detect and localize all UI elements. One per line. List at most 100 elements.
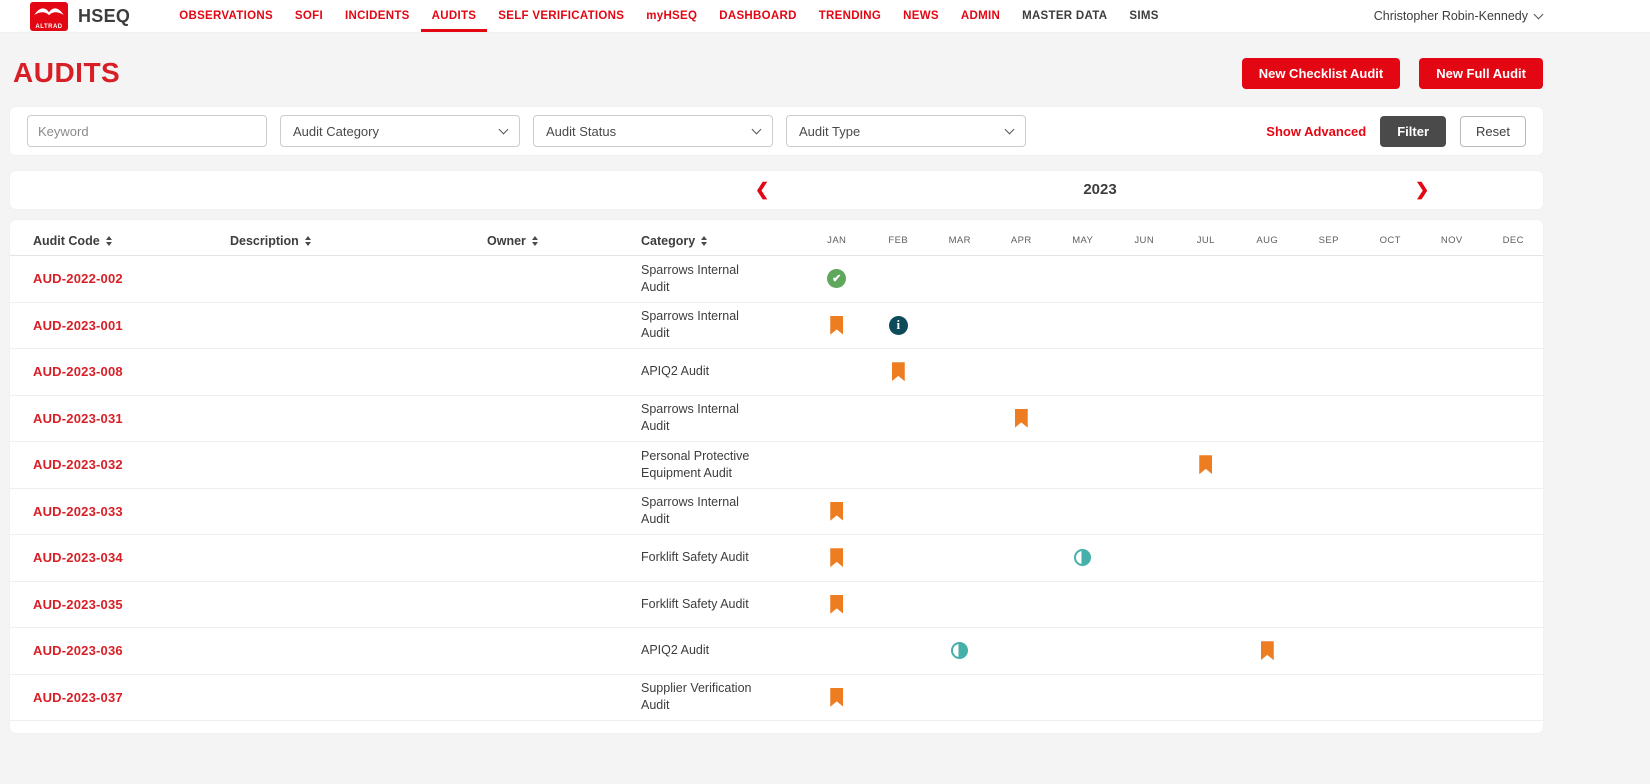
month-header-jun: JUN [1134, 235, 1155, 246]
bookmark-icon[interactable] [830, 594, 844, 614]
nav-item-audits[interactable]: AUDITS [420, 0, 488, 32]
category-cell: Supplier Verification Audit [641, 681, 752, 713]
audit-code-link[interactable]: AUD-2023-001 [33, 318, 230, 333]
show-advanced-link[interactable]: Show Advanced [1266, 124, 1366, 139]
month-header-jan: JAN [827, 235, 847, 246]
nav-item-admin[interactable]: ADMIN [950, 0, 1011, 32]
audit-type-select-label: Audit Type [799, 123, 861, 139]
nav-item-trending[interactable]: TRENDING [808, 0, 892, 32]
bookmark-icon[interactable] [1014, 408, 1028, 428]
keyword-input[interactable] [27, 115, 267, 147]
nav-item-master-data[interactable]: MASTER DATA [1011, 0, 1118, 32]
table-row: AUD-2023-032 Personal Protective Equipmen… [10, 442, 1543, 489]
bookmark-icon[interactable] [830, 548, 844, 568]
month-cell-may [1052, 549, 1114, 567]
table-row: AUD-2023-031 Sparrows Internal Audit [10, 396, 1543, 442]
new-checklist-audit-button[interactable]: New Checklist Audit [1241, 57, 1401, 89]
month-header-dec: DEC [1502, 235, 1524, 246]
year-label: 2023 [1083, 181, 1117, 198]
filter-button[interactable]: Filter [1380, 115, 1447, 147]
table-row: AUD-2023-037 Supplier Verification Audit [10, 675, 1543, 721]
category-cell: Forklift Safety Audit [641, 596, 749, 611]
top-navigation-bar: ALTRAD HSEQ OBSERVATIONS SOFI INCIDENTS AUD… [0, 0, 1650, 33]
nav-item-news[interactable]: NEWS [892, 0, 950, 32]
table-row: AUD-2023-034 Forklift Safety Audit [10, 535, 1543, 582]
sort-icon [701, 235, 708, 246]
audit-code-link[interactable]: AUD-2023-035 [33, 597, 230, 612]
audit-code-link[interactable]: AUD-2023-033 [33, 504, 230, 519]
category-cell: Sparrows Internal Audit [641, 262, 739, 294]
bookmark-icon[interactable] [1260, 641, 1274, 661]
category-cell: Sparrows Internal Audit [641, 309, 739, 341]
half-circle-icon[interactable] [1074, 549, 1092, 567]
nav-item-observations[interactable]: OBSERVATIONS [168, 0, 284, 32]
audit-code-link[interactable]: AUD-2023-034 [33, 550, 230, 565]
nav-items: OBSERVATIONS SOFI INCIDENTS AUDITS SELF VERI… [168, 0, 1169, 32]
category-cell: Personal Protective Equipment Audit [641, 448, 750, 480]
month-cell-apr [991, 408, 1053, 428]
audit-code-link[interactable]: AUD-2023-031 [33, 411, 230, 426]
month-cell-jan [806, 687, 868, 707]
page-title: AUDITS [13, 57, 121, 88]
month-cell-jan [806, 315, 868, 335]
column-header-description[interactable]: Description [230, 234, 487, 248]
month-cell-feb: i [868, 315, 930, 335]
new-full-audit-button[interactable]: New Full Audit [1419, 57, 1543, 89]
audit-category-select[interactable]: Audit Category [280, 115, 520, 147]
month-header-feb: FEB [888, 235, 909, 246]
altrad-logo[interactable]: ALTRAD [30, 2, 68, 31]
sort-icon [304, 235, 311, 246]
table-row: AUD-2023-035 Forklift Safety Audit [10, 582, 1543, 628]
table-body: AUD-2022-002 Sparrows Internal Audit ✔ AUD-… [10, 256, 1543, 721]
month-cell-mar [929, 642, 991, 660]
audit-status-select-label: Audit Status [546, 123, 617, 139]
audit-code-link[interactable]: AUD-2023-036 [33, 643, 230, 658]
previous-year-button[interactable]: ❮ [755, 178, 769, 202]
nav-item-incidents[interactable]: INCIDENTS [334, 0, 421, 32]
bookmark-icon[interactable] [830, 501, 844, 521]
nav-item-sofi[interactable]: SOFI [284, 0, 334, 32]
nav-item-dashboard[interactable]: DASHBOARD [708, 0, 807, 32]
audit-code-link[interactable]: AUD-2023-008 [33, 364, 230, 379]
nav-item-sims[interactable]: SIMS [1118, 0, 1169, 32]
column-header-owner[interactable]: Owner [487, 234, 641, 248]
year-navigator: ❮ 2023 ❯ [10, 171, 1543, 209]
next-year-button[interactable]: ❯ [1415, 178, 1429, 202]
table-row: AUD-2023-001 Sparrows Internal Audit i [10, 303, 1543, 349]
nav-item-myhseq[interactable]: myHSEQ [635, 0, 708, 32]
bookmark-icon[interactable] [891, 362, 905, 382]
bird-icon [34, 8, 64, 16]
month-header-jul: JUL [1196, 235, 1215, 246]
column-header-audit-code[interactable]: Audit Code [33, 234, 230, 248]
reset-button[interactable]: Reset [1460, 115, 1526, 147]
month-header-apr: APR [1010, 235, 1032, 246]
table-header-row: Audit Code Description Owner Category JA… [10, 226, 1543, 256]
bookmark-icon[interactable] [830, 315, 844, 335]
nav-item-self-verifications[interactable]: SELF VERIFICATIONS [487, 0, 635, 32]
month-cell-aug [1237, 641, 1299, 661]
month-cell-feb [868, 362, 930, 382]
column-header-category[interactable]: Category [641, 234, 806, 248]
user-name: Christopher Robin-Kennedy [1373, 9, 1528, 23]
month-header-oct: OCT [1379, 235, 1401, 246]
info-circle-icon[interactable]: i [888, 315, 908, 335]
month-cell-jan: ✔ [806, 269, 868, 289]
table-row: AUD-2023-036 APIQ2 Audit [10, 628, 1543, 675]
audit-status-select[interactable]: Audit Status [533, 115, 773, 147]
bookmark-icon[interactable] [830, 687, 844, 707]
check-circle-icon[interactable]: ✔ [827, 269, 847, 289]
audit-type-select[interactable]: Audit Type [786, 115, 1026, 147]
table-row: AUD-2022-002 Sparrows Internal Audit ✔ [10, 256, 1543, 303]
half-circle-icon[interactable] [951, 642, 969, 660]
month-cell-jan [806, 501, 868, 521]
bookmark-icon[interactable] [1199, 455, 1213, 475]
user-menu[interactable]: Christopher Robin-Kennedy [1373, 0, 1544, 32]
category-cell: APIQ2 Audit [641, 643, 710, 658]
audit-code-link[interactable]: AUD-2023-037 [33, 690, 230, 705]
audit-code-link[interactable]: AUD-2023-032 [33, 457, 230, 472]
app-name: HSEQ [78, 5, 131, 26]
category-cell: APIQ2 Audit [641, 364, 710, 379]
chevron-down-icon [498, 124, 509, 135]
audit-code-link[interactable]: AUD-2022-002 [33, 271, 230, 286]
month-header-mar: MAR [948, 235, 971, 246]
